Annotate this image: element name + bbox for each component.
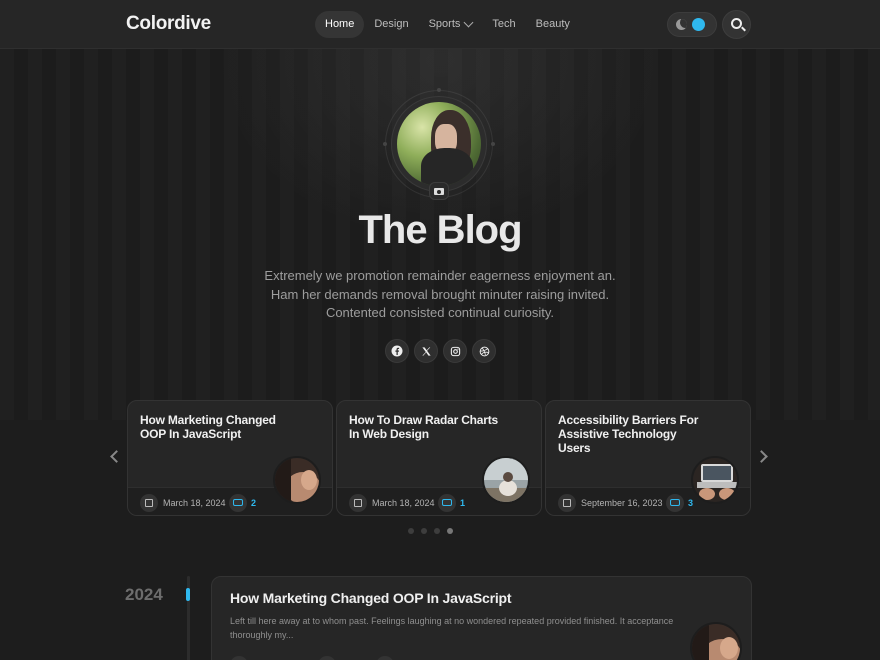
camera-icon[interactable] — [429, 182, 449, 200]
timeline-post[interactable]: How Marketing Changed OOP In JavaScript … — [211, 576, 752, 660]
facebook-icon[interactable] — [385, 339, 409, 363]
nav-item-label: Home — [325, 18, 355, 30]
post-card[interactable]: How To Draw Radar Charts In Web Design M… — [336, 400, 542, 516]
carousel-dot[interactable] — [434, 528, 440, 534]
post-date: March 18, 2024 — [372, 498, 435, 508]
timeline-post-title[interactable]: How Marketing Changed OOP In JavaScript — [230, 590, 512, 606]
site-header: Colordive Home Design Sports Tech Beauty — [0, 0, 880, 49]
comment-icon — [229, 494, 247, 512]
comment-count[interactable]: 3 — [688, 498, 693, 508]
calendar-icon — [230, 656, 248, 660]
nav-item-label: Tech — [492, 18, 516, 30]
site-logo[interactable]: Colordive — [126, 13, 211, 35]
calendar-icon — [558, 494, 576, 512]
post-date: September 16, 2023 — [581, 498, 663, 508]
post-card-title[interactable]: How Marketing Changed OOP In JavaScript — [140, 413, 290, 441]
post-thumbnail[interactable] — [273, 456, 321, 504]
nav-item-design[interactable]: Design — [364, 11, 418, 38]
nav-item-label: Design — [374, 18, 409, 30]
post-thumbnail[interactable] — [482, 456, 530, 504]
search-button[interactable] — [722, 10, 751, 39]
comment-icon — [438, 494, 456, 512]
social-links — [385, 339, 496, 363]
instagram-icon[interactable] — [443, 339, 467, 363]
nav-item-label: Beauty — [535, 18, 570, 30]
theme-toggle[interactable] — [667, 12, 717, 37]
nav-item-label: Sports — [428, 18, 461, 30]
x-icon[interactable] — [414, 339, 438, 363]
timeline-year: 2024 — [125, 585, 163, 604]
nav-item-sports[interactable]: Sports — [419, 11, 483, 38]
hero-subtitle: Extremely we promotion remainder eagerne… — [240, 267, 640, 323]
carousel-dot-active[interactable] — [447, 528, 453, 534]
page-title: The Blog — [358, 208, 522, 252]
post-card[interactable]: Accessibility Barriers For Assistive Tec… — [545, 400, 751, 516]
post-thumbnail[interactable] — [690, 622, 742, 660]
carousel-dot[interactable] — [421, 528, 427, 534]
main-nav: Home Design Sports Tech Beauty — [315, 11, 580, 38]
moon-icon — [676, 19, 687, 30]
nav-item-beauty[interactable]: Beauty — [526, 11, 580, 38]
post-date: March 18, 2024 — [163, 498, 226, 508]
post-card-title[interactable]: Accessibility Barriers For Assistive Tec… — [558, 413, 708, 455]
avatar-photo — [397, 102, 481, 186]
toggle-knob — [692, 18, 705, 31]
chevron-down-icon — [463, 17, 474, 28]
comment-icon — [666, 494, 684, 512]
calendar-icon — [349, 494, 367, 512]
carousel-pagination — [408, 528, 453, 534]
comment-count[interactable]: 1 — [460, 498, 465, 508]
meta-icon — [376, 656, 394, 660]
subtitle-line: Ham her demands removal brought minuter … — [270, 286, 610, 302]
carousel-next-arrow[interactable] — [755, 450, 768, 463]
post-thumbnail[interactable] — [691, 456, 739, 504]
timeline-post-excerpt: Left till here away at to whom past. Fee… — [230, 616, 674, 640]
subtitle-line: Extremely we promotion remainder eagerne… — [264, 268, 616, 283]
post-card-title[interactable]: How To Draw Radar Charts In Web Design — [349, 413, 499, 441]
nav-item-home[interactable]: Home — [315, 11, 365, 38]
carousel-dot[interactable] — [408, 528, 414, 534]
dribbble-icon[interactable] — [472, 339, 496, 363]
post-card[interactable]: How Marketing Changed OOP In JavaScript … — [127, 400, 333, 516]
comment-icon — [318, 656, 336, 660]
subtitle-line: Contented consisted continual curiosity. — [325, 305, 555, 320]
carousel-prev-arrow[interactable] — [110, 450, 123, 463]
nav-item-tech[interactable]: Tech — [482, 11, 525, 38]
comment-count[interactable]: 2 — [251, 498, 256, 508]
timeline-marker — [186, 588, 190, 601]
calendar-icon — [140, 494, 158, 512]
